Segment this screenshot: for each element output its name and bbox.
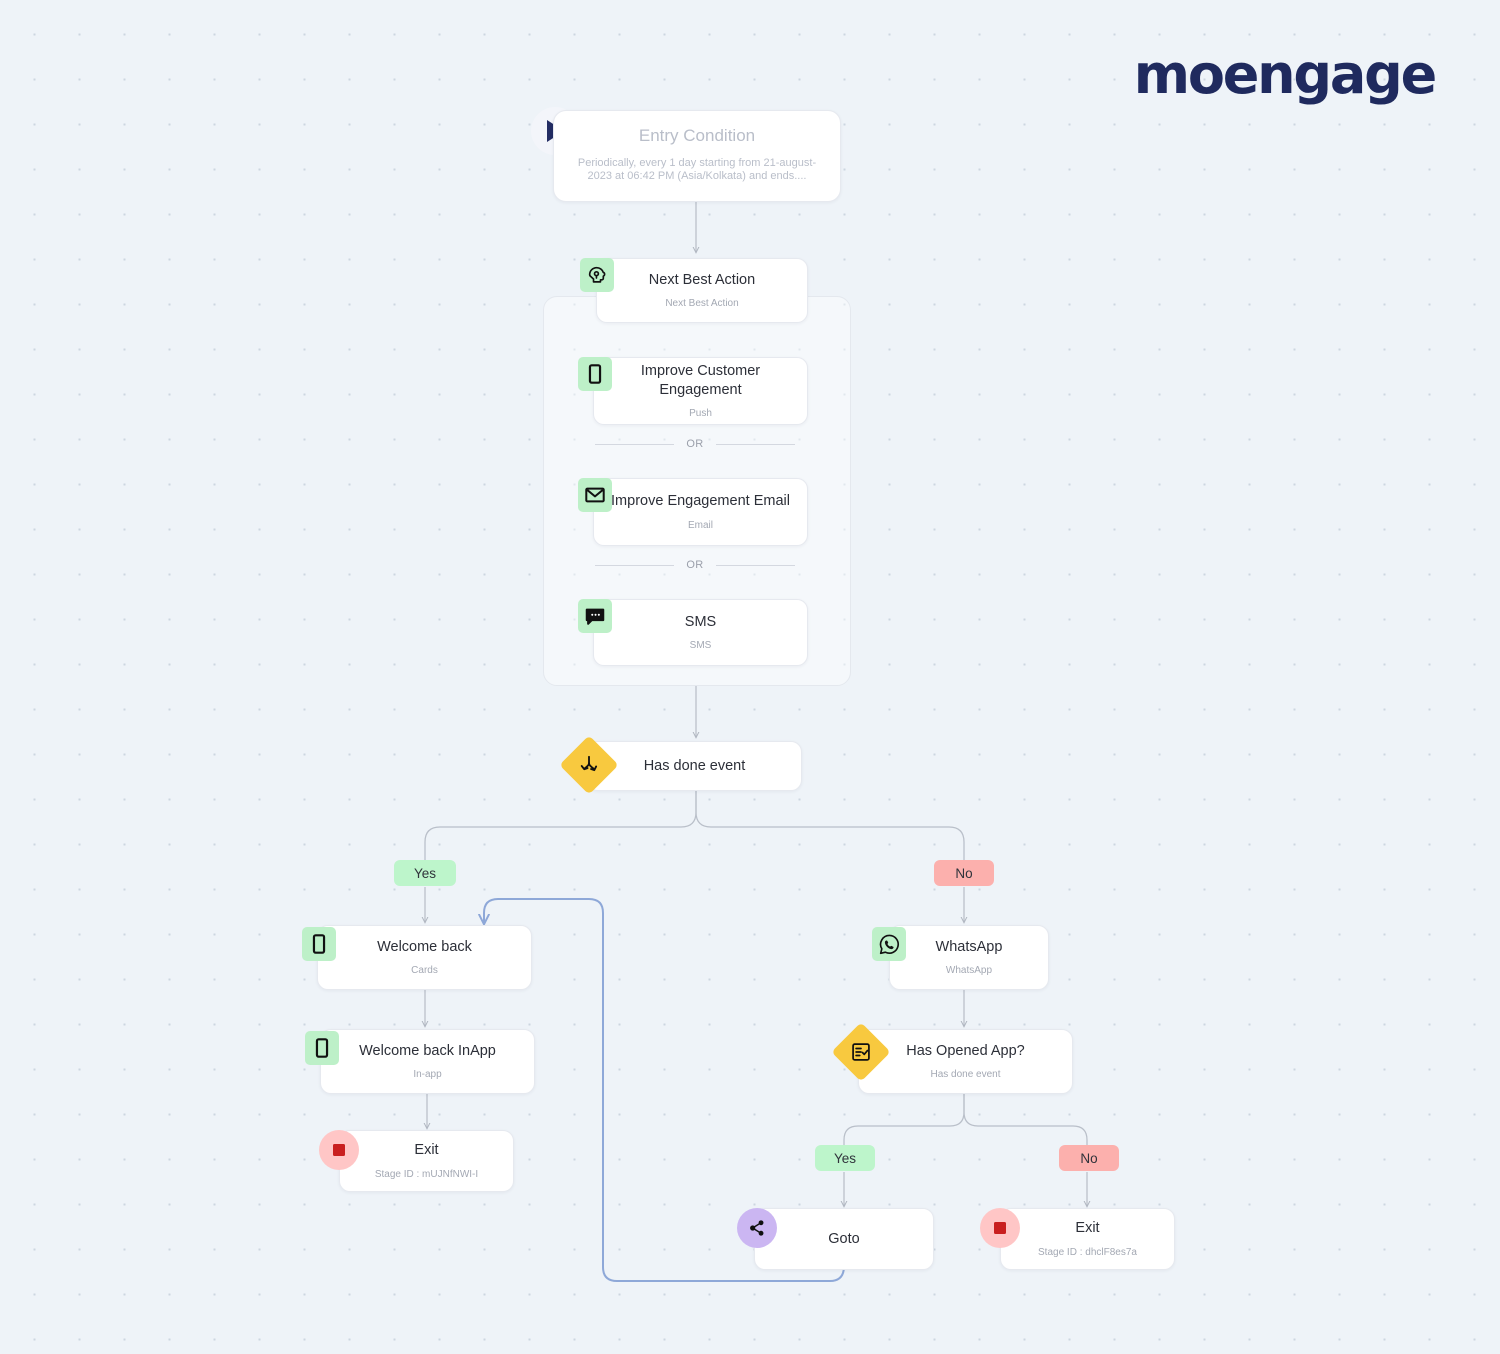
- welcome-back-inapp-node[interactable]: Welcome back InApp In-app: [320, 1029, 535, 1094]
- or-label: OR: [686, 559, 704, 571]
- sub-branch-label-no: No: [1059, 1145, 1119, 1171]
- pill-text: No: [1080, 1150, 1098, 1166]
- pill-text: No: [955, 865, 973, 881]
- sms-bubble-icon: [578, 599, 612, 633]
- node-title: WhatsApp: [935, 938, 1003, 955]
- exit-node-no-branch[interactable]: Exit Stage ID : dhclF8es7a: [1000, 1208, 1175, 1270]
- divider-rule-left: [595, 443, 675, 445]
- sms-node[interactable]: SMS SMS: [593, 599, 808, 666]
- node-subtitle: Email: [687, 519, 713, 531]
- or-divider-1: OR: [595, 438, 795, 450]
- whatsapp-node[interactable]: WhatsApp WhatsApp: [889, 925, 1049, 990]
- node-title: Goto: [828, 1230, 860, 1247]
- has-opened-app-node[interactable]: Has Opened App? Has done event: [858, 1029, 1073, 1094]
- branch-label-no: No: [934, 860, 994, 886]
- has-done-event-node[interactable]: Has done event: [587, 741, 802, 791]
- node-title: Welcome back InApp: [359, 1042, 496, 1059]
- divider-rule-left: [595, 564, 675, 566]
- branch-label-yes: Yes: [394, 860, 456, 886]
- node-title: Exit: [414, 1142, 439, 1159]
- brain-head-icon: [580, 258, 614, 292]
- entry-condition-title: Entry Condition: [638, 126, 756, 145]
- pill-text: Yes: [413, 865, 437, 881]
- divider-rule-right: [715, 564, 795, 566]
- exit-node-yes-branch[interactable]: Exit Stage ID : mUJNfNWI-I: [339, 1130, 514, 1192]
- node-subtitle: Stage ID : mUJNfNWI-I: [374, 1168, 479, 1180]
- improve-customer-engagement-node[interactable]: Improve Customer Engagement Push: [593, 357, 808, 425]
- node-subtitle: In-app: [413, 1069, 442, 1081]
- welcome-back-node[interactable]: Welcome back Cards: [317, 925, 532, 990]
- sub-branch-label-yes: Yes: [815, 1145, 875, 1171]
- node-subtitle: Cards: [411, 965, 438, 977]
- node-title: Improve Engagement Email: [611, 493, 790, 510]
- mobile-inapp-icon: [305, 1031, 339, 1065]
- exit-stop-icon: [980, 1208, 1020, 1248]
- envelope-icon: [578, 478, 612, 512]
- node-subtitle: Next Best Action: [665, 298, 739, 310]
- pill-text: Yes: [833, 1150, 857, 1166]
- node-subtitle: SMS: [689, 640, 712, 652]
- node-title: Improve Customer Engagement: [640, 363, 761, 398]
- goto-node[interactable]: Goto: [754, 1208, 934, 1270]
- or-divider-2: OR: [595, 559, 795, 571]
- improve-engagement-email-node[interactable]: Improve Engagement Email Email: [593, 478, 808, 546]
- node-title: SMS: [684, 613, 717, 630]
- node-title: Has Opened App?: [906, 1042, 1025, 1059]
- journey-canvas[interactable]: moengage Entry Condition Periodically, e…: [0, 0, 1500, 1354]
- node-subtitle: WhatsApp: [945, 965, 993, 977]
- next-best-action-node[interactable]: Next Best Action Next Best Action: [596, 258, 808, 323]
- whatsapp-icon: [872, 927, 906, 961]
- node-title: Next Best Action: [648, 271, 756, 288]
- entry-condition-node[interactable]: Entry Condition Periodically, every 1 da…: [553, 110, 841, 202]
- or-label: OR: [686, 438, 704, 450]
- node-subtitle: Push: [689, 407, 712, 419]
- exit-stop-icon: [319, 1130, 359, 1170]
- node-title: Welcome back: [377, 938, 472, 955]
- node-title: Has done event: [643, 757, 746, 774]
- moengage-logo: moengage: [1133, 43, 1437, 106]
- share-goto-icon: [737, 1208, 777, 1248]
- divider-rule-right: [715, 443, 795, 445]
- node-subtitle: Has done event: [930, 1069, 1001, 1081]
- node-title: Exit: [1075, 1220, 1100, 1237]
- mobile-push-icon: [578, 357, 612, 391]
- node-subtitle: Stage ID : dhclF8es7a: [1038, 1246, 1137, 1258]
- mobile-cards-icon: [302, 927, 336, 961]
- entry-condition-description: Periodically, every 1 day starting from …: [577, 157, 817, 183]
